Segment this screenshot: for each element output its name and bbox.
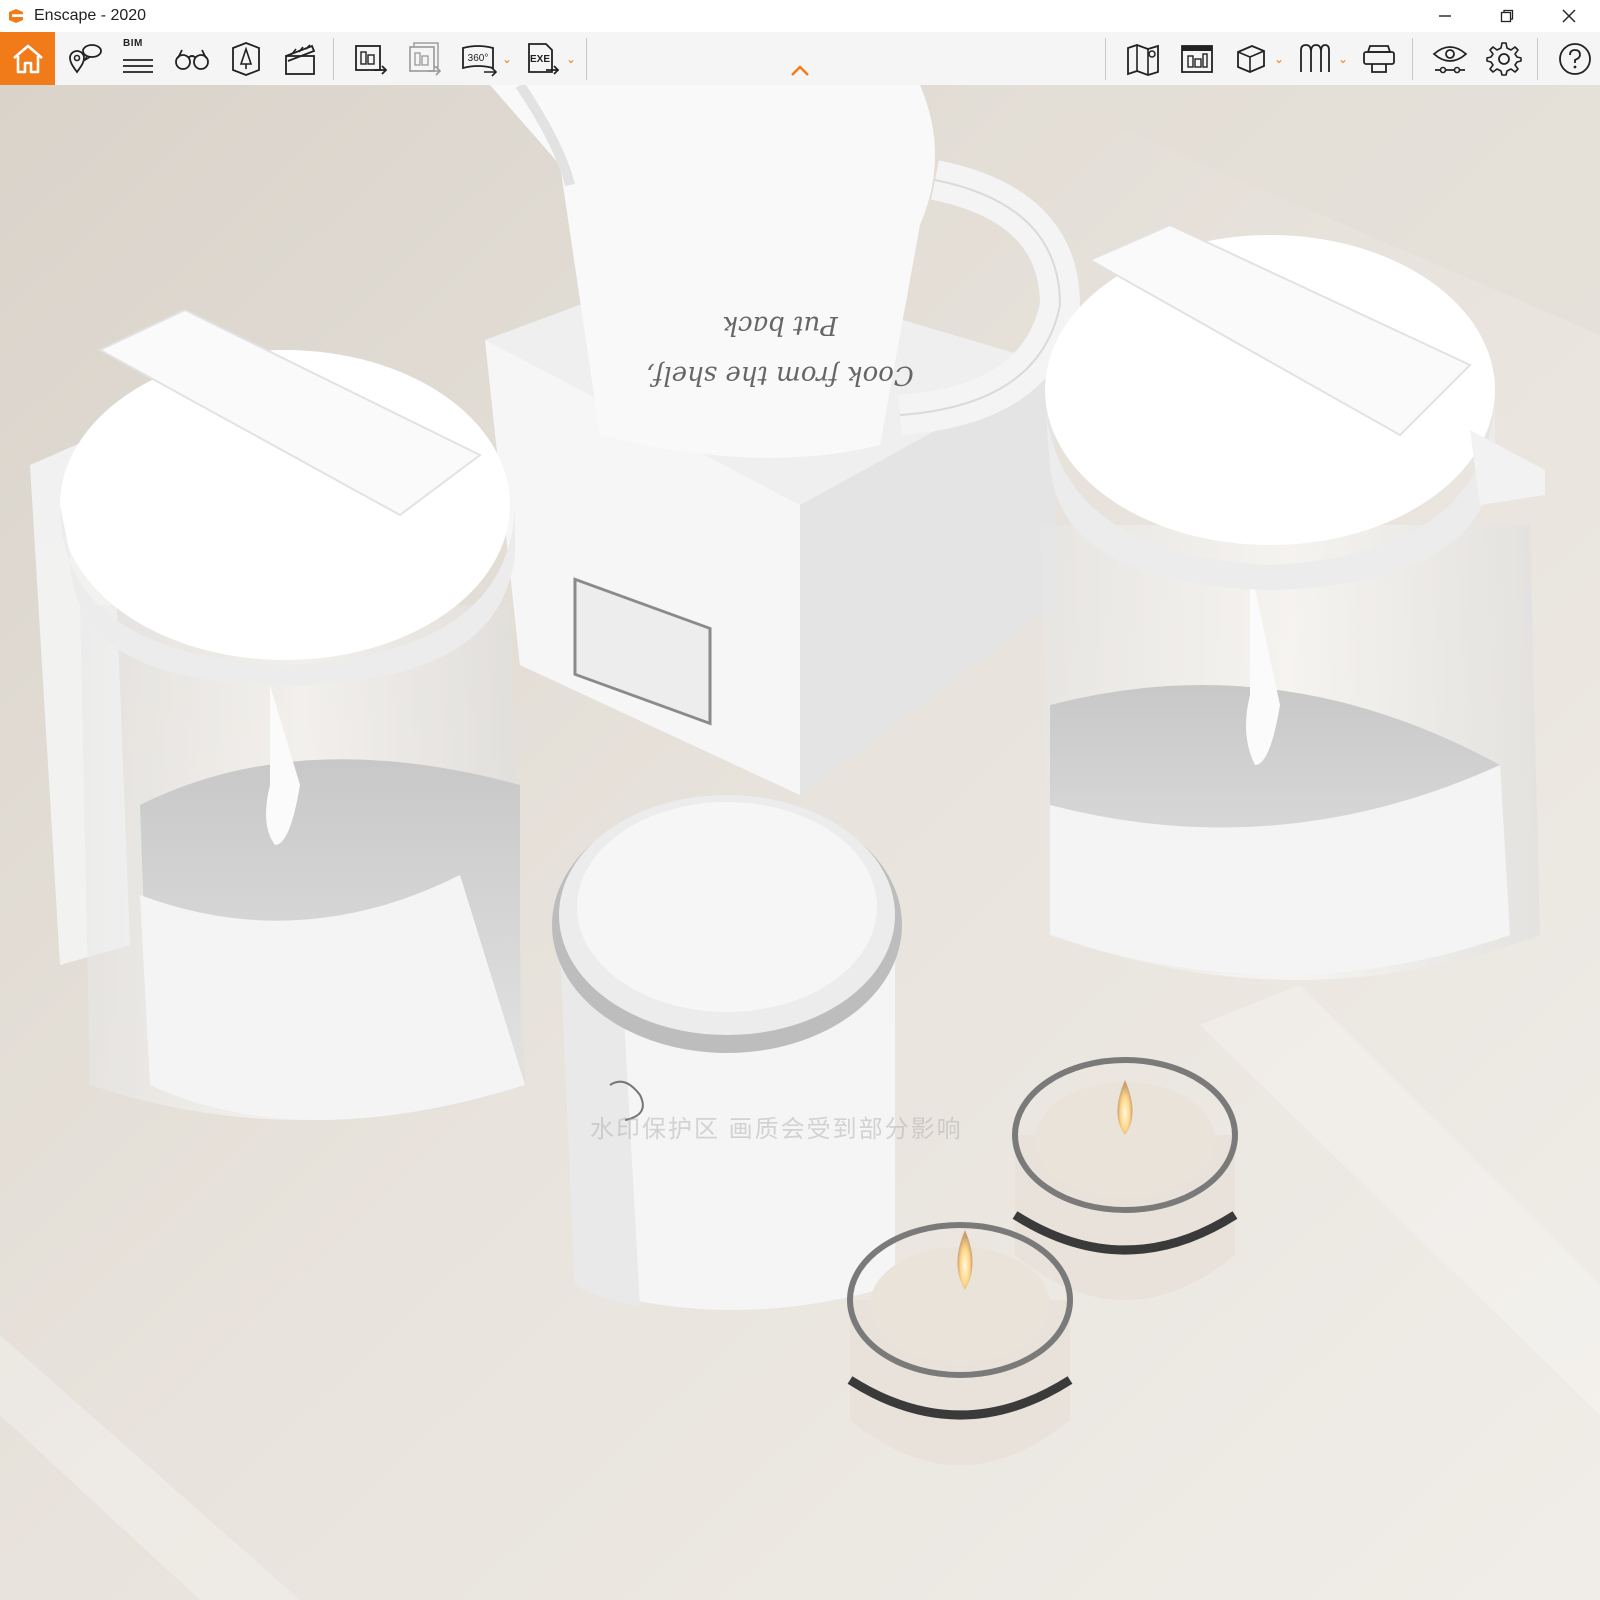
binoculars-icon [175, 49, 209, 70]
watermark: 水印保护区 画质会受到部分影响 [590, 1116, 963, 1143]
left-storage-jar [30, 308, 525, 1120]
sketch-icon [1300, 43, 1330, 72]
render-image-button[interactable] [346, 32, 396, 85]
help-icon [1559, 42, 1591, 75]
toolbar-separator [1412, 37, 1413, 80]
svg-text:360°: 360° [468, 53, 489, 64]
cube-icon [1237, 44, 1265, 73]
video-editor-button[interactable] [275, 32, 325, 85]
close-button[interactable] [1538, 0, 1600, 32]
sketch-button[interactable] [1290, 32, 1340, 85]
map-icon [1127, 43, 1159, 76]
map-button[interactable] [1118, 32, 1168, 85]
image-gallery-icon [1181, 44, 1213, 73]
mug-text-line1: Cook from the shelf, [646, 360, 914, 390]
views-button[interactable] [59, 32, 109, 85]
export-exe-button[interactable]: EXE [518, 32, 568, 85]
enscape-logo-icon [6, 6, 26, 26]
cube-button[interactable] [1226, 32, 1276, 85]
svg-text:EXE: EXE [530, 54, 550, 65]
metal-lid-canister [552, 795, 902, 1310]
exe-export-icon: EXE [528, 42, 560, 75]
gear-icon [1486, 41, 1522, 76]
mug-inscription: Cook from the shelf, Put back [640, 300, 920, 400]
panorama-button[interactable]: 360° [454, 32, 504, 85]
help-button[interactable] [1550, 32, 1600, 85]
collapse-toolbar-icon[interactable] [790, 64, 810, 78]
batch-render-icon [409, 41, 442, 76]
home-button[interactable] [0, 32, 55, 85]
toolbar-separator [586, 37, 587, 80]
batch-render-button[interactable] [400, 32, 450, 85]
asset-library-button[interactable] [221, 32, 271, 85]
restore-button[interactable] [1476, 0, 1538, 32]
clapperboard-icon [285, 43, 316, 75]
title-bar: Enscape - 2020 [0, 0, 1600, 32]
mug-text-line2: Put back [722, 310, 838, 340]
map-pin-chat-icon [69, 43, 102, 74]
bim-label: BIM [123, 38, 143, 49]
visual-settings-button[interactable] [1425, 32, 1475, 85]
toolbar-separator [333, 37, 334, 80]
gallery-button[interactable] [1172, 32, 1222, 85]
render-viewport[interactable]: Cook from the shelf, Put back 水印保护区 画质会受… [0, 85, 1600, 1600]
minimize-button[interactable] [1414, 0, 1476, 32]
eye-settings-icon [1432, 45, 1468, 73]
minimize-icon [1439, 15, 1451, 17]
window-title: Enscape - 2020 [34, 7, 147, 24]
right-storage-jar [1040, 223, 1545, 980]
vr-headset-icon [1363, 44, 1395, 73]
settings-button[interactable] [1479, 32, 1529, 85]
walk-mode-button[interactable] [167, 32, 217, 85]
bim-button[interactable]: BIM [113, 32, 163, 85]
restore-icon [1500, 9, 1514, 23]
panorama-360-icon: 360° [462, 44, 498, 77]
close-icon [1562, 9, 1576, 23]
render-export-icon [355, 44, 388, 75]
toolbar-separator [1537, 37, 1538, 80]
home-icon [12, 44, 43, 73]
vr-button[interactable] [1354, 32, 1404, 85]
toolbar-separator [1105, 37, 1106, 80]
asset-library-icon [232, 41, 260, 76]
